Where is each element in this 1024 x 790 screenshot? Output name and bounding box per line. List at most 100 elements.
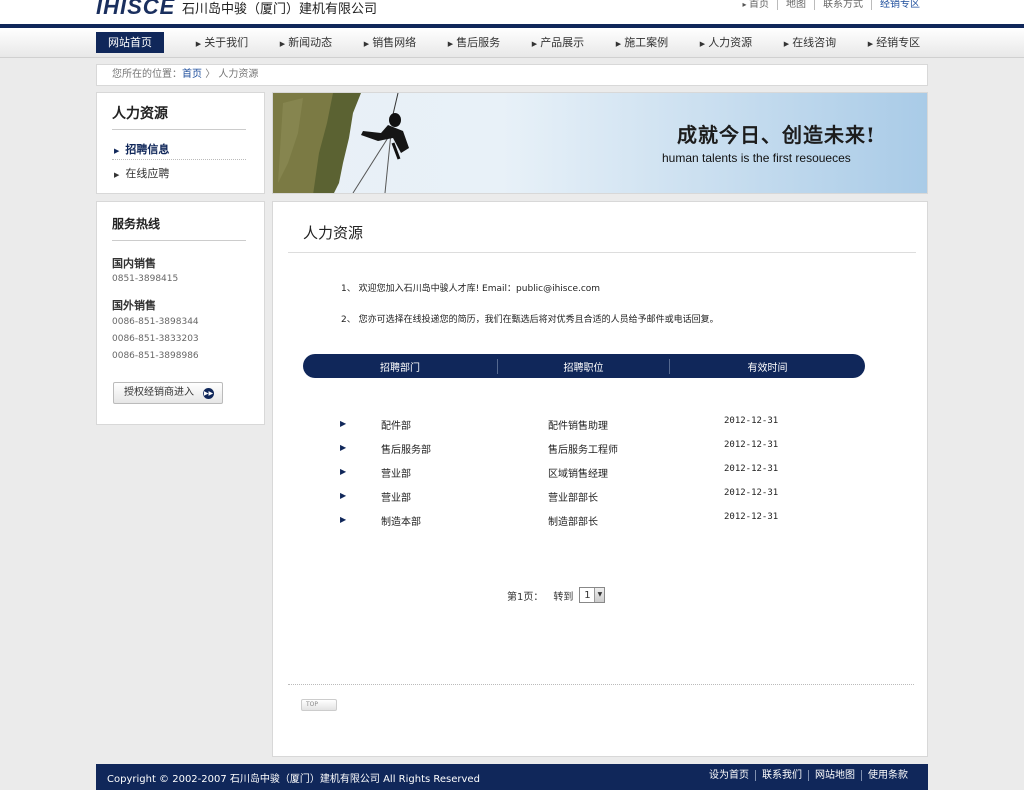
top-link-map[interactable]: 地图 <box>777 0 814 10</box>
overseas-phone: 0086-851-3898986 <box>112 351 199 361</box>
overseas-label: 国外销售 <box>112 299 156 312</box>
divider <box>112 129 246 130</box>
page-select[interactable]: 1 ▼ <box>579 587 606 603</box>
arrow-icon: ▶ <box>867 40 874 48</box>
back-to-top-button[interactable]: TOP <box>301 699 337 711</box>
job-dept: 制造本部 <box>381 517 421 528</box>
footer-link-contact[interactable]: 联系我们 <box>755 770 808 781</box>
job-date: 2012-12-31 <box>724 512 779 522</box>
overseas-phone: 0086-851-3898344 <box>112 317 199 327</box>
arrow-icon: ▶ <box>699 40 706 48</box>
job-position[interactable]: 制造部部长 <box>548 513 598 528</box>
pagination: 第1页： 转到 1 ▼ <box>507 587 606 603</box>
nav-products[interactable]: ▶ 产品展示 <box>516 32 600 53</box>
sidebar-item-apply[interactable]: ▶ 在线应聘 <box>114 165 169 181</box>
page-indicator: 第1页： <box>507 591 544 603</box>
job-dept: 售后服务部 <box>381 445 431 456</box>
chevron-down-icon: ▼ <box>594 588 605 602</box>
arrow-icon: ▶ <box>447 40 454 48</box>
arrow-icon: ▶ <box>340 467 347 476</box>
footer-link-sitemap[interactable]: 网站地图 <box>808 770 861 781</box>
breadcrumb: 您所在的位置：首页 〉 人力资源 <box>96 64 928 86</box>
nav-hr[interactable]: ▶ 人力资源 <box>684 32 768 53</box>
top-link-home[interactable]: 首页 <box>734 0 777 10</box>
arrow-icon: ▶ <box>340 419 347 428</box>
breadcrumb-separator: 〉 <box>205 69 216 80</box>
footer: Copyright © 2002-2007 石川岛中骏（厦门）建机有限公司 Al… <box>96 764 928 790</box>
arrow-icon: ▶ <box>363 40 370 48</box>
footer-link-terms[interactable]: 使用条款 <box>861 770 914 781</box>
column-header-dept: 招聘部门 <box>380 362 420 374</box>
job-position[interactable]: 营业部部长 <box>548 489 598 504</box>
banner-slogan: 成就今日、创造未来! <box>677 123 876 147</box>
banner-subtitle: human talents is the first resoueces <box>662 151 851 165</box>
arrow-icon: ▶ <box>279 40 286 48</box>
climber-illustration <box>273 93 409 193</box>
job-position[interactable]: 区域销售经理 <box>548 465 608 480</box>
arrow-icon: ▶ <box>195 40 202 48</box>
footer-links: 设为首页 联系我们 网站地图 使用条款 <box>703 770 914 781</box>
forward-icon: ▶▶ <box>203 388 214 399</box>
hr-banner: 成就今日、创造未来! human talents is the first re… <box>272 92 928 194</box>
job-date: 2012-12-31 <box>724 464 779 474</box>
column-header-position: 招聘职位 <box>497 358 669 374</box>
nav-about[interactable]: ▶ 关于我们 <box>180 32 264 53</box>
copyright: Copyright © 2002-2007 石川岛中骏（厦门）建机有限公司 Al… <box>107 774 480 785</box>
divider <box>112 240 246 241</box>
overseas-phone: 0086-851-3833203 <box>112 334 199 344</box>
dealer-login-button[interactable]: 授权经销商进入 ▶▶ <box>113 382 223 404</box>
domestic-phone: 0851-3898415 <box>112 274 179 284</box>
footer-link-set-home[interactable]: 设为首页 <box>703 770 755 781</box>
arrow-icon: ▶ <box>531 40 538 48</box>
arrow-icon: ▶ <box>615 40 622 48</box>
logo[interactable]: IHISCE <box>96 0 175 20</box>
arrow-icon: ▶ <box>114 147 120 155</box>
page-select-value: 1 <box>584 589 591 601</box>
dealer-login-label: 授权经销商进入 <box>124 387 194 398</box>
divider <box>288 684 914 685</box>
top-link-dealer[interactable]: 经销专区 <box>871 0 928 10</box>
sidebar-item-jobs[interactable]: ▶ 招聘信息 <box>114 141 169 157</box>
nav-dealer[interactable]: ▶ 经销专区 <box>852 32 936 53</box>
arrow-icon: ▶ <box>340 443 347 452</box>
breadcrumb-prefix: 您所在的位置： <box>112 69 182 80</box>
arrow-icon: ▶ <box>340 515 347 524</box>
sidebar-menu: 人力资源 ▶ 招聘信息 ▶ 在线应聘 <box>96 92 265 194</box>
table-row[interactable]: ▶ 配件部 配件销售助理 2012-12-31 <box>340 416 820 432</box>
nav-after-sales[interactable]: ▶ 售后服务 <box>432 32 516 53</box>
table-row[interactable]: ▶ 营业部 营业部部长 2012-12-31 <box>340 488 820 504</box>
table-row[interactable]: ▶ 制造本部 制造部部长 2012-12-31 <box>340 512 820 528</box>
top-link-contact[interactable]: 联系方式 <box>814 0 871 10</box>
divider <box>112 159 246 160</box>
job-dept: 配件部 <box>381 421 411 432</box>
nav-cases[interactable]: ▶ 施工案例 <box>600 32 684 53</box>
jobs-table-header: 招聘部门 招聘职位 有效时间 <box>303 354 865 378</box>
divider <box>288 252 916 253</box>
table-row[interactable]: ▶ 售后服务部 售后服务工程师 2012-12-31 <box>340 440 820 456</box>
nav-news[interactable]: ▶ 新闻动态 <box>264 32 348 53</box>
job-dept: 营业部 <box>381 469 411 480</box>
breadcrumb-current: 人力资源 <box>218 69 259 80</box>
company-name: 石川岛中骏（厦门）建机有限公司 <box>182 2 378 17</box>
nav-consult[interactable]: ▶ 在线咨询 <box>768 32 852 53</box>
main-content: 人力资源 1、 欢迎您加入石川岛中骏人才库! Email：public@ihis… <box>272 201 928 757</box>
arrow-icon: ▶ <box>783 40 790 48</box>
breadcrumb-home[interactable]: 首页 <box>182 69 202 80</box>
job-dept: 营业部 <box>381 493 411 504</box>
arrow-icon: ▶ <box>114 171 120 179</box>
domestic-label: 国内销售 <box>112 257 156 270</box>
sidebar-title: 人力资源 <box>112 106 168 122</box>
job-position[interactable]: 售后服务工程师 <box>548 441 618 456</box>
nav-sales-network[interactable]: ▶ 销售网络 <box>348 32 432 53</box>
top-header: IHISCE 石川岛中骏（厦门）建机有限公司 首页 地图 联系方式 经销专区 <box>0 0 1024 26</box>
main-nav: 网站首页 ▶ 关于我们 ▶ 新闻动态 ▶ 销售网络 ▶ 售后服务 ▶ 产品展示 ▶ 施工案例… <box>0 28 1024 58</box>
job-position[interactable]: 配件销售助理 <box>548 417 608 432</box>
top-links: 首页 地图 联系方式 经销专区 <box>734 0 928 10</box>
intro-line: 1、 欢迎您加入石川岛中骏人才库! Email：public@ihisce.co… <box>341 284 601 294</box>
table-row[interactable]: ▶ 营业部 区域销售经理 2012-12-31 <box>340 464 820 480</box>
nav-home[interactable]: 网站首页 <box>96 32 164 53</box>
goto-label: 转到 <box>553 591 574 603</box>
arrow-icon: ▶ <box>340 491 347 500</box>
hotline-title: 服务热线 <box>112 217 161 231</box>
job-date: 2012-12-31 <box>724 416 779 426</box>
